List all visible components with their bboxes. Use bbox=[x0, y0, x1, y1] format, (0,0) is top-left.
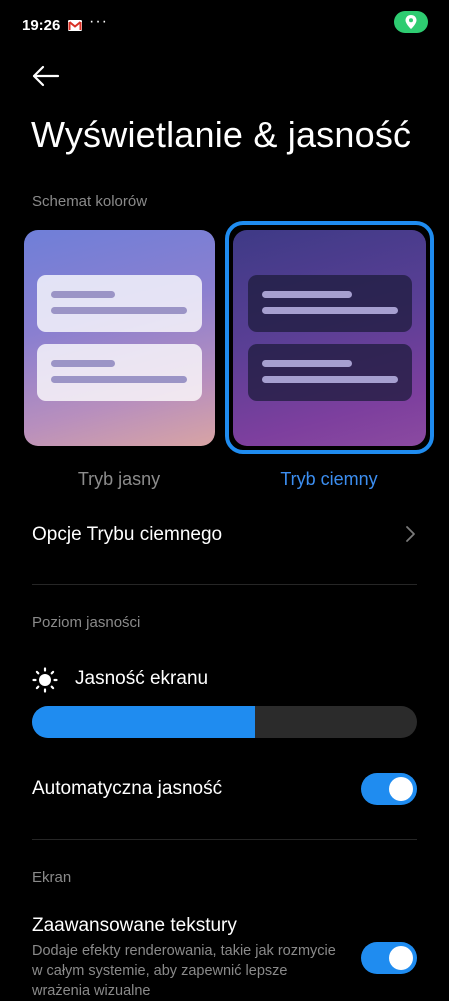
status-time: 19:26 bbox=[22, 17, 61, 34]
preview-panel bbox=[37, 275, 202, 332]
light-mode-label[interactable]: Tryb jasny bbox=[19, 469, 219, 490]
toggle-knob bbox=[389, 777, 413, 801]
preview-panel bbox=[37, 344, 202, 401]
advanced-textures-label: Zaawansowane tekstury bbox=[32, 915, 237, 936]
dark-mode-label[interactable]: Tryb ciemny bbox=[229, 469, 429, 490]
divider bbox=[32, 584, 417, 585]
location-icon bbox=[405, 15, 417, 29]
toggle-knob bbox=[389, 946, 413, 970]
brightness-slider-fill bbox=[32, 706, 256, 738]
section-label-brightness: Poziom jasności bbox=[32, 614, 141, 631]
advanced-textures-toggle[interactable] bbox=[361, 942, 417, 974]
section-label-color-scheme: Schemat kolorów bbox=[32, 193, 148, 210]
auto-brightness-label: Automatyczna jasność bbox=[32, 778, 223, 799]
preview-panel bbox=[248, 275, 412, 332]
back-button[interactable] bbox=[30, 62, 62, 90]
dark-mode-options-row[interactable]: Opcje Trybu ciemnego bbox=[32, 524, 222, 546]
more-notifications-icon: ··· bbox=[89, 13, 108, 30]
page-title: Wyświetlanie & jasność bbox=[31, 114, 412, 155]
auto-brightness-toggle[interactable] bbox=[361, 773, 417, 805]
chevron-right-icon[interactable] bbox=[403, 524, 417, 549]
location-indicator bbox=[394, 11, 428, 33]
screen-brightness-label: Jasność ekranu bbox=[75, 668, 209, 689]
preview-panel bbox=[248, 344, 412, 401]
dark-mode-card[interactable] bbox=[233, 230, 426, 446]
section-label-screen: Ekran bbox=[32, 869, 72, 886]
divider bbox=[32, 839, 417, 840]
advanced-textures-description: Dodaje efekty renderowania, takie jak ro… bbox=[32, 943, 336, 999]
sun-icon bbox=[32, 667, 58, 693]
gmail-icon bbox=[68, 20, 82, 31]
arrow-left-icon bbox=[32, 65, 60, 87]
light-mode-card[interactable] bbox=[24, 230, 215, 446]
brightness-slider[interactable] bbox=[32, 706, 417, 738]
